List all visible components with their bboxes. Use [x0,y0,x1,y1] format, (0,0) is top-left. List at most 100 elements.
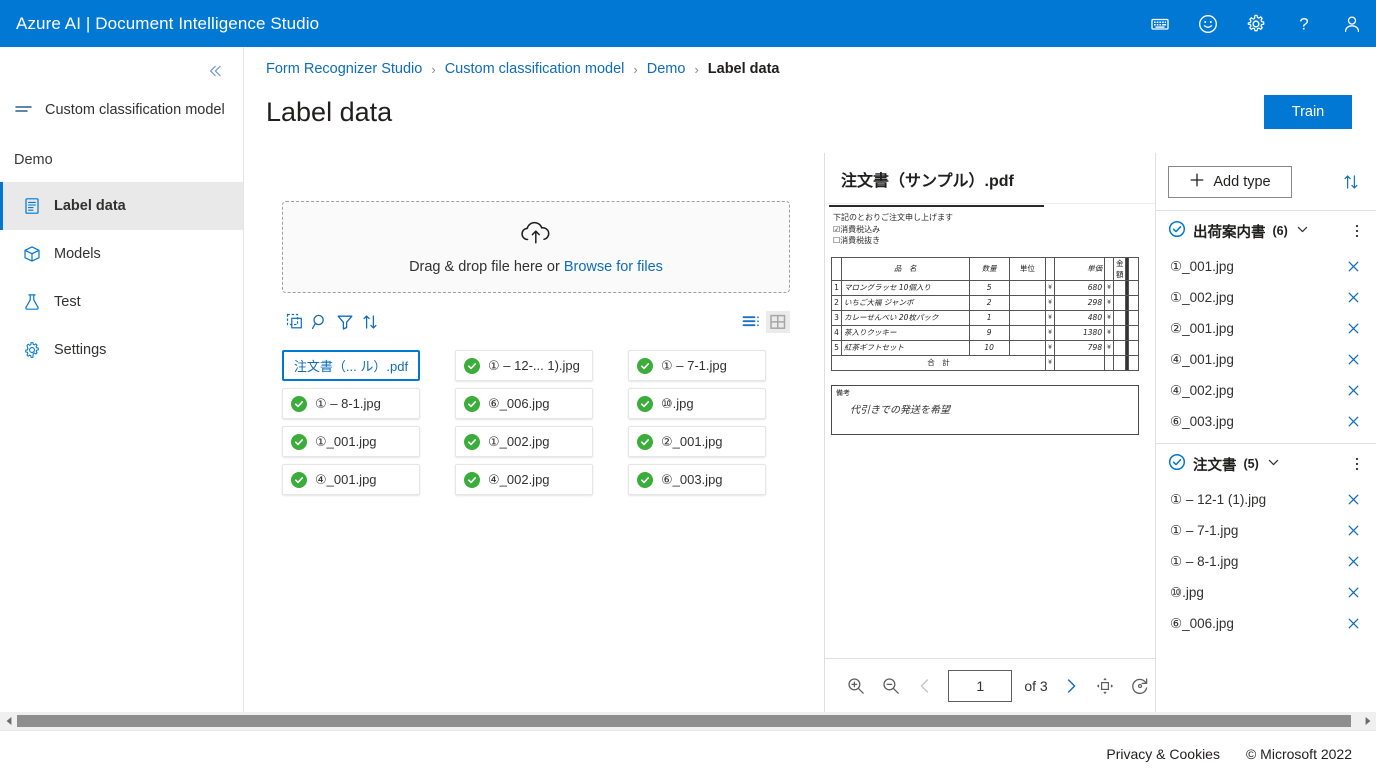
list-item[interactable]: ②_001.jpg [1156,313,1376,344]
type-group-more-icon[interactable] [1348,220,1366,242]
zoom-out-icon[interactable] [875,670,905,702]
labeled-check-icon [637,433,653,450]
browse-files-link[interactable]: Browse for files [564,259,663,275]
list-view-icon[interactable] [740,311,764,333]
sidebar-item-label-data[interactable]: Label data [0,182,243,230]
list-item[interactable]: ④_001.jpg [1156,344,1376,375]
file-card[interactable]: ⑩.jpg [628,388,766,419]
scan-cell-no: 3 [831,309,842,326]
keyboard-icon[interactable] [1136,0,1184,47]
sidebar-item-settings[interactable]: Settings [0,326,243,374]
scan-remark-text: 代引きでの発送を希望 [850,404,950,416]
remove-file-icon[interactable] [1344,522,1362,540]
remove-file-icon[interactable] [1344,351,1362,369]
filter-icon[interactable] [332,310,357,334]
file-card[interactable]: ④_001.jpg [282,464,420,495]
list-item[interactable]: ①_002.jpg [1156,282,1376,313]
remove-file-icon[interactable] [1344,382,1362,400]
sidebar-item-models[interactable]: Models [0,230,243,278]
scrollbar-thumb[interactable] [17,715,1351,727]
type-group-name: 注文書 [1193,457,1237,474]
select-all-icon[interactable] [282,310,307,334]
scan-cell-price: 1380 [1053,324,1106,341]
collapse-sidebar-icon[interactable] [199,55,231,87]
file-card[interactable]: ⑥_003.jpg [628,464,766,495]
sidebar-item-label: Label data [54,198,126,214]
page-number-input[interactable] [948,669,1013,702]
file-card[interactable]: ④_002.jpg [455,464,593,495]
horizontal-scrollbar[interactable] [0,712,1376,730]
help-icon[interactable]: ? [1280,0,1328,47]
main-content: Form Recognizer Studio › Custom classifi… [244,47,1376,712]
add-type-button[interactable]: Add type [1168,165,1292,198]
next-page-icon[interactable] [1056,670,1086,702]
type-file-label: ① – 7-1.jpg [1170,522,1239,538]
type-group-count: (6) [1272,224,1288,238]
file-card[interactable]: 注文書（... ル）.pdf [282,350,420,381]
list-item[interactable]: ⑥_003.jpg [1156,406,1376,437]
list-item[interactable]: ⑩.jpg [1156,577,1376,608]
file-card-label: ① – 12-... 1).jpg [488,357,580,373]
feedback-smiley-icon[interactable] [1184,0,1232,47]
remove-file-icon[interactable] [1344,553,1362,571]
file-card[interactable]: ① – 7-1.jpg [628,350,766,381]
svg-text:?: ? [1299,14,1308,33]
remove-file-icon[interactable] [1344,258,1362,276]
file-card[interactable]: ① – 8-1.jpg [282,388,420,419]
train-button[interactable]: Train [1264,95,1352,129]
document-canvas[interactable]: 下記のとおりご注文申し上げます ☑消費税込み ☐消費税抜き 品 名 数量 単位 [825,203,1155,658]
scan-cell-price: 680 [1053,279,1106,296]
prev-page-icon[interactable] [910,670,940,702]
account-person-icon[interactable] [1328,0,1376,47]
type-group-header[interactable]: 注文書 (5) [1156,444,1376,484]
scan-cell-amount2 [1128,294,1139,311]
type-group-header[interactable]: 出荷案内書 (6) [1156,211,1376,251]
breadcrumb-item-studio[interactable]: Form Recognizer Studio [266,61,422,77]
file-card[interactable]: ①_001.jpg [282,426,420,457]
scroll-left-icon[interactable] [0,712,17,730]
file-card[interactable]: ① – 12-... 1).jpg [455,350,593,381]
remove-file-icon[interactable] [1344,615,1362,633]
zoom-in-icon[interactable] [841,670,871,702]
grid-view-icon[interactable] [766,311,790,333]
file-card[interactable]: ①_002.jpg [455,426,593,457]
scrollbar-track[interactable] [17,712,1359,730]
sidebar-item-test[interactable]: Test [0,278,243,326]
chevron-down-icon[interactable] [1296,223,1309,239]
breadcrumb-item-model[interactable]: Custom classification model [445,61,625,77]
remove-file-icon[interactable] [1344,289,1362,307]
remove-file-icon[interactable] [1344,584,1362,602]
rotate-icon[interactable] [1125,670,1155,702]
document-preview-pane: 注文書（サンプル）.pdf 下記のとおりご注文申し上げます ☑消費税込み ☐消費… [824,153,1156,712]
breadcrumb-item-demo[interactable]: Demo [647,61,686,77]
breadcrumb-separator: › [694,61,699,77]
scan-cell-yen2: ¥ [1104,279,1114,296]
sort-icon[interactable] [357,310,382,334]
scan-total-label: 合 計 [830,354,1047,371]
type-group-more-icon[interactable] [1348,453,1366,475]
sidebar-model-selector[interactable]: Custom classification model [0,90,243,130]
types-sort-icon[interactable] [1338,169,1364,195]
remove-file-icon[interactable] [1344,491,1362,509]
list-item[interactable]: ① – 7-1.jpg [1156,515,1376,546]
gear-icon[interactable] [1232,0,1280,47]
list-item[interactable]: ① – 12-1 (1).jpg [1156,484,1376,515]
file-card[interactable]: ②_001.jpg [628,426,766,457]
list-item[interactable]: ①_001.jpg [1156,251,1376,282]
type-group: 注文書 (5) ① – 12-1 (1).jpg ① – 7-1.jpg ① –… [1156,444,1376,639]
chevron-down-icon[interactable] [1267,456,1280,472]
privacy-cookies-link[interactable]: Privacy & Cookies [1106,746,1220,762]
list-item[interactable]: ① – 8-1.jpg [1156,546,1376,577]
app-header: Azure AI | Document Intelligence Studio … [0,0,1376,47]
scroll-right-icon[interactable] [1359,712,1376,730]
file-dropzone[interactable]: Drag & drop file here or Browse for file… [282,201,790,293]
list-item[interactable]: ④_002.jpg [1156,375,1376,406]
list-item[interactable]: ⑥_006.jpg [1156,608,1376,639]
file-card[interactable]: ⑥_006.jpg [455,388,593,419]
fit-to-page-icon[interactable] [1090,670,1120,702]
search-icon[interactable] [307,310,332,334]
type-check-icon [1168,220,1186,243]
remove-file-icon[interactable] [1344,320,1362,338]
scan-col-yen [1045,256,1055,281]
remove-file-icon[interactable] [1344,413,1362,431]
